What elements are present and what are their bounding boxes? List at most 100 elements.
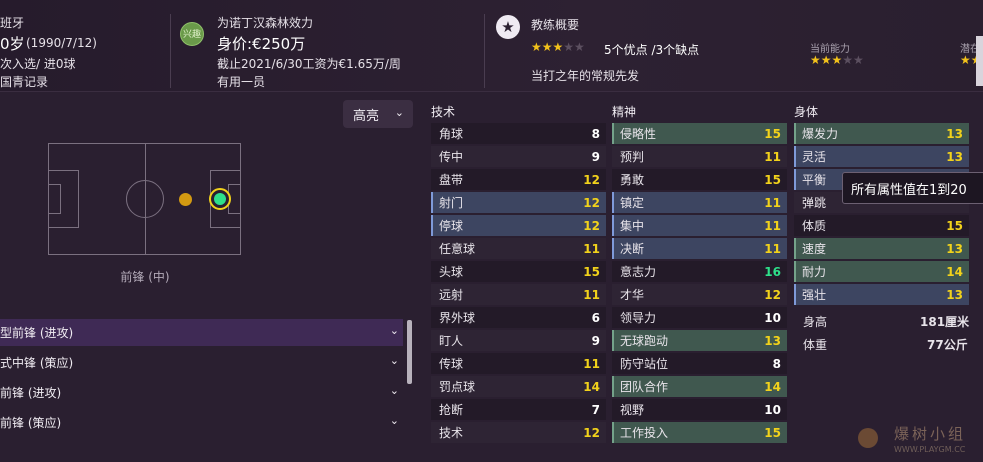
attribute-row[interactable]: 集中 11 — [612, 215, 787, 236]
attribute-row[interactable]: 强壮 13 — [794, 284, 969, 305]
mental-header: 精神 — [612, 105, 637, 119]
caps-text: 次入选/ 进0球 — [0, 57, 76, 71]
attribute-row[interactable]: 传球 11 — [431, 353, 606, 374]
attribute-row[interactable]: 决断 11 — [612, 238, 787, 259]
attribute-value: 15 — [946, 218, 963, 233]
attribute-value: 14 — [764, 379, 781, 394]
attribute-row[interactable]: 防守站位 8 — [612, 353, 787, 374]
attribute-row[interactable]: 远射 11 — [431, 284, 606, 305]
attribute-row[interactable]: 盯人 9 — [431, 330, 606, 351]
role-list-scrollbar[interactable] — [407, 320, 412, 384]
attribute-name: 技术 — [439, 426, 464, 440]
attribute-value: 15 — [764, 126, 781, 141]
attribute-value: 8 — [772, 356, 781, 371]
club-badge-icon[interactable]: 兴趣 — [180, 22, 204, 46]
role-item[interactable]: 前锋 (策应) ⌄ — [0, 409, 403, 436]
attribute-row[interactable]: 意志力 16 — [612, 261, 787, 282]
role-label: 前锋 (进攻) — [0, 386, 62, 400]
attribute-row[interactable]: 盘带 12 — [431, 169, 606, 190]
attribute-row[interactable]: 射门 12 — [431, 192, 606, 213]
attribute-value: 11 — [764, 195, 781, 210]
club-line[interactable]: 为诺丁汉森林效力 — [217, 14, 313, 31]
secondary-position-dot[interactable] — [179, 193, 192, 206]
player-value: 身价:€250万 — [217, 35, 306, 53]
header-divider — [170, 14, 171, 88]
attribute-name: 无球跑动 — [620, 334, 669, 348]
coach-report-title[interactable]: 教练概要 — [531, 16, 579, 33]
highlight-label: 高亮 — [353, 108, 380, 124]
weight-label: 体重 — [803, 338, 828, 352]
attribute-row[interactable]: 界外球 6 — [431, 307, 606, 328]
attribute-row[interactable]: 耐力 14 — [794, 261, 969, 282]
attribute-value: 11 — [583, 356, 600, 371]
attribute-row[interactable]: 任意球 11 — [431, 238, 606, 259]
attribute-name: 镇定 — [620, 196, 645, 210]
attribute-name: 才华 — [620, 288, 645, 302]
attribute-name: 抢断 — [439, 403, 464, 417]
physical-header: 身体 — [794, 105, 819, 119]
attribute-value: 12 — [583, 195, 600, 210]
role-item[interactable]: 式中锋 (策应) ⌄ — [0, 349, 403, 376]
attribute-row[interactable]: 勇敢 15 — [612, 169, 787, 190]
attribute-row[interactable]: 头球 15 — [431, 261, 606, 282]
attribute-name: 盘带 — [439, 173, 464, 187]
attribute-row[interactable]: 角球 8 — [431, 123, 606, 144]
header-divider — [484, 14, 485, 88]
attribute-name: 耐力 — [802, 265, 827, 279]
attribute-value: 13 — [764, 333, 781, 348]
attribute-row[interactable]: 速度 13 — [794, 238, 969, 259]
attribute-name: 工作投入 — [620, 426, 669, 440]
attribute-row[interactable]: 视野 10 — [612, 399, 787, 420]
attribute-row[interactable]: 传中 9 — [431, 146, 606, 167]
attribute-row[interactable]: 无球跑动 13 — [612, 330, 787, 351]
attribute-value: 7 — [591, 402, 600, 417]
attribute-name: 远射 — [439, 288, 464, 302]
attribute-row[interactable]: 才华 12 — [612, 284, 787, 305]
attribute-name: 预判 — [620, 150, 645, 164]
attribute-value: 11 — [764, 241, 781, 256]
attribute-value: 12 — [764, 287, 781, 302]
attribute-name: 侵略性 — [620, 127, 657, 141]
attribute-row[interactable]: 镇定 11 — [612, 192, 787, 213]
attribute-value: 15 — [583, 264, 600, 279]
attribute-row[interactable]: 团队合作 14 — [612, 376, 787, 397]
current-ability-stars: ★★★★★ — [810, 53, 864, 67]
attribute-name: 决断 — [620, 242, 645, 256]
star-icon: ★ — [496, 15, 520, 39]
attribute-value: 12 — [583, 425, 600, 440]
strengths-weaknesses[interactable]: 5个优点 /3个缺点 — [604, 41, 699, 58]
contract-text: 截止2021/6/30工资为€1.65万/周 — [217, 57, 401, 71]
height-label: 身高 — [803, 315, 828, 329]
attribute-value: 16 — [764, 264, 781, 279]
attribute-name: 弹跳 — [802, 196, 827, 210]
attribute-row[interactable]: 灵活 13 — [794, 146, 969, 167]
role-item[interactable]: 型前锋 (进攻) ⌄ — [0, 319, 403, 346]
attribute-row[interactable]: 停球 12 — [431, 215, 606, 236]
attribute-row[interactable]: 罚点球 14 — [431, 376, 606, 397]
rating-stars: ★★★★★ — [531, 40, 585, 54]
attribute-row[interactable]: 技术 12 — [431, 422, 606, 443]
attribute-value: 12 — [583, 218, 600, 233]
attribute-value: 10 — [764, 402, 781, 417]
attribute-row[interactable]: 领导力 10 — [612, 307, 787, 328]
attribute-row[interactable]: 预判 11 — [612, 146, 787, 167]
attribute-name: 意志力 — [620, 265, 657, 279]
attribute-row[interactable]: 工作投入 15 — [612, 422, 787, 443]
attribute-name: 团队合作 — [620, 380, 669, 394]
attribute-name: 强壮 — [802, 288, 827, 302]
attribute-row[interactable]: 体质 15 — [794, 215, 969, 236]
technical-header: 技术 — [431, 105, 456, 119]
attribute-name: 传中 — [439, 150, 464, 164]
attribute-row[interactable]: 爆发力 13 — [794, 123, 969, 144]
attribute-name: 盯人 — [439, 334, 464, 348]
highlight-dropdown[interactable]: 高亮 ⌄ — [343, 100, 413, 128]
attribute-row[interactable]: 侵略性 15 — [612, 123, 787, 144]
role-item[interactable]: 前锋 (进攻) ⌄ — [0, 379, 403, 406]
attribute-row[interactable]: 抢断 7 — [431, 399, 606, 420]
primary-position-dot[interactable] — [209, 188, 231, 210]
attribute-value: 10 — [764, 310, 781, 325]
attribute-value: 11 — [583, 241, 600, 256]
attribute-name: 领导力 — [620, 311, 657, 325]
attribute-value: 15 — [764, 172, 781, 187]
attribute-name: 爆发力 — [802, 127, 839, 141]
